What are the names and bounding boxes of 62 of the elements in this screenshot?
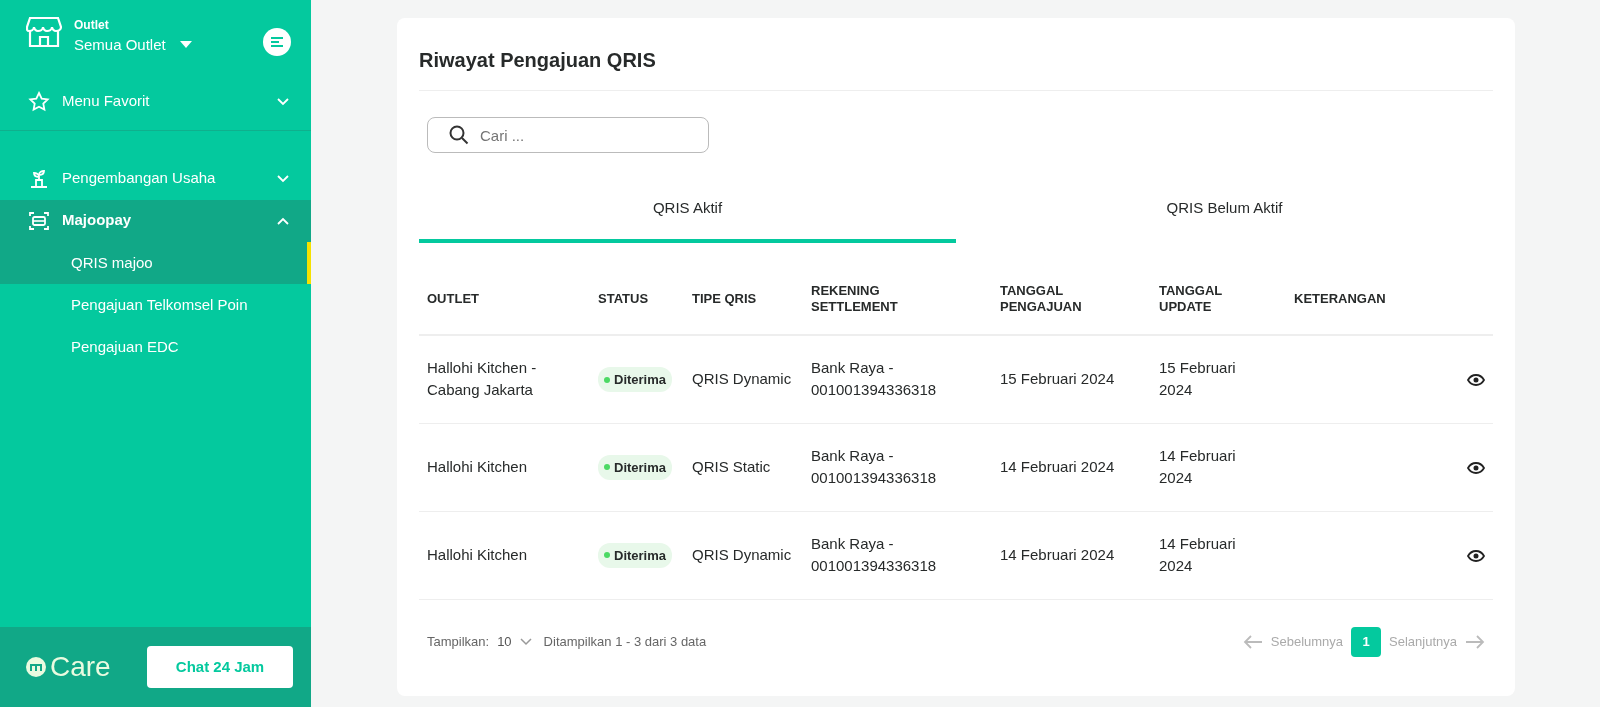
search-field[interactable]: Cari ... (427, 117, 709, 153)
page-size-label: Tampilkan: (427, 632, 490, 651)
submenu-item[interactable]: QRIS majoo (0, 241, 311, 284)
status-dot (604, 464, 610, 471)
sidebar-item[interactable]: Majoopay (0, 199, 311, 242)
plant-icon (28, 167, 50, 190)
table-cell-text: QRIS Static (692, 456, 771, 477)
table-cell-text: 14 Februari 2024 (1159, 533, 1237, 577)
column-header: REKENING SETTLEMENT (811, 283, 899, 315)
outlet-dropdown[interactable]: Semua Outlet (74, 34, 192, 57)
chevron-icon (277, 216, 289, 225)
table-cell-text: 15 Februari 2024 (1159, 357, 1237, 401)
search-icon (449, 125, 469, 145)
page-size-dropdown[interactable]: 10 (493, 631, 536, 652)
column-header: TANGGAL UPDATE (1159, 283, 1224, 315)
table-cell-text: QRIS Dynamic (692, 544, 792, 565)
sidebar-item[interactable]: Pengembangan Usaha (0, 157, 311, 200)
table-cell-text: Bank Raya - 001001394336318 (811, 445, 938, 489)
table-cell-text: 14 Februari 2024 (1000, 544, 1115, 565)
eye-icon[interactable] (1467, 461, 1485, 474)
column-header: KETERANGAN (1294, 290, 1386, 306)
table-cell-text: Hallohi Kitchen (427, 544, 528, 565)
outlet-label: Outlet (74, 17, 110, 34)
status-badge: Diterima (598, 366, 673, 393)
previous-button[interactable]: Sebelumnya (1266, 631, 1348, 652)
scan-icon (28, 209, 50, 232)
chat-button[interactable]: Chat 24 Jam (147, 646, 293, 688)
status-dot (604, 376, 610, 383)
status-badge: Diterima (598, 454, 673, 481)
tab[interactable]: QRIS Belum Aktif (956, 177, 1493, 243)
logo-icon (26, 657, 46, 677)
page-button[interactable]: 1 (1351, 626, 1382, 657)
eye-icon[interactable] (1467, 549, 1485, 562)
column-header: OUTLET (427, 290, 479, 306)
next-button[interactable]: Selanjutnya (1385, 631, 1461, 652)
table-cell-text: Bank Raya - 001001394336318 (811, 357, 938, 401)
chevron-icon (277, 174, 289, 183)
table-cell-text: QRIS Dynamic (692, 369, 792, 390)
submenu-item[interactable]: Pengajuan EDC (0, 325, 311, 368)
status-badge: Diterima (598, 542, 673, 569)
column-header: TIPE QRIS (692, 290, 757, 306)
sidebar-item[interactable]: Menu Favorit (0, 80, 311, 123)
table-cell-text: Bank Raya - 001001394336318 (811, 533, 938, 577)
chevron-icon (277, 97, 289, 106)
caret-icon (179, 41, 192, 50)
table-cell-text: 15 Februari 2024 (1000, 369, 1115, 390)
star-icon (28, 90, 50, 113)
column-header: STATUS (598, 290, 649, 306)
table-cell-text: Hallohi Kitchen - Cabang Jakarta (427, 357, 538, 401)
care-text: Care (50, 650, 111, 684)
column-header: TANGGAL PENGAJUAN (1000, 283, 1083, 315)
submenu-item[interactable]: Pengajuan Telkomsel Poin (0, 283, 311, 326)
page-title: Riwayat Pengajuan QRIS (419, 48, 1493, 91)
pagination-summary: Ditampilkan 1 - 3 dari 3 data (543, 632, 707, 651)
eye-icon[interactable] (1467, 374, 1485, 387)
status-dot (604, 552, 610, 559)
store-icon (26, 16, 62, 48)
chevron-icon (519, 637, 532, 646)
tab[interactable]: QRIS Aktif (419, 177, 956, 243)
table-cell-text: 14 Februari 2024 (1000, 456, 1115, 477)
table-cell-text: Hallohi Kitchen (427, 456, 528, 477)
table-cell-text: 14 Februari 2024 (1159, 445, 1237, 489)
